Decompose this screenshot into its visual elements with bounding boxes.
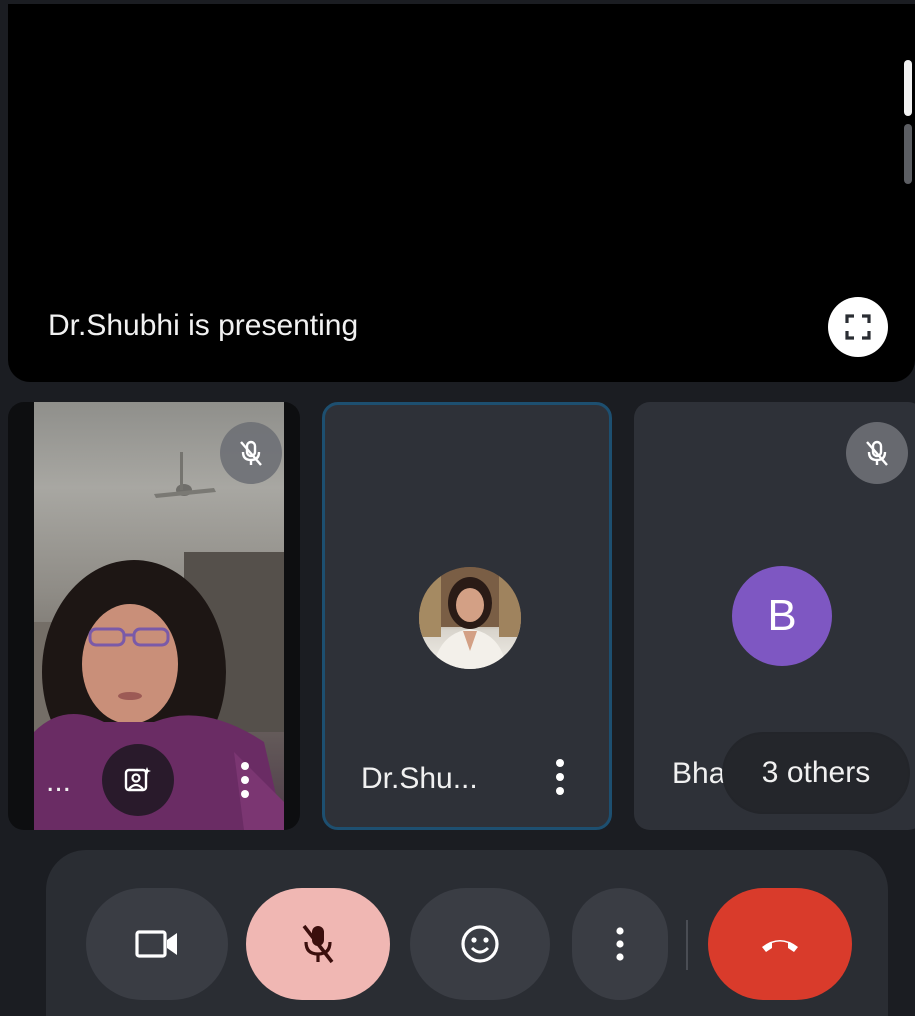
mic-off-icon xyxy=(866,440,888,466)
presenting-status: Dr.Shubhi is presenting xyxy=(48,309,359,342)
participant-tile-dr-shubhi[interactable]: Dr.Shu... xyxy=(322,402,612,830)
self-name-label: ... xyxy=(46,765,72,798)
dr-shubhi-name-label: Dr.Shu... xyxy=(361,762,478,795)
fullscreen-button[interactable] xyxy=(828,297,888,357)
controls-divider xyxy=(686,920,688,970)
more-options-button[interactable] xyxy=(572,888,668,1000)
more-vert-icon xyxy=(616,927,624,961)
portrait-effects-button[interactable] xyxy=(102,744,174,816)
mic-off-icon xyxy=(302,924,334,964)
meeting-screen: Dr.Shubhi is presenting ... Dr.Shu... B … xyxy=(0,0,915,1016)
mic-off-icon xyxy=(240,440,262,466)
dr-shubhi-avatar xyxy=(419,567,521,669)
video-camera-icon xyxy=(135,930,177,958)
end-call-button[interactable] xyxy=(708,888,852,1000)
reactions-button[interactable] xyxy=(410,888,550,1000)
more-vert-icon xyxy=(241,762,249,798)
self-more-options[interactable] xyxy=(230,750,260,810)
b-avatar: B xyxy=(732,566,832,666)
participant-tile-self[interactable]: ... xyxy=(8,402,300,830)
camera-toggle-button[interactable] xyxy=(86,888,228,1000)
b-name-label: Bha xyxy=(672,757,726,790)
portrait-effects-icon xyxy=(124,767,151,792)
emoji-icon xyxy=(461,925,499,963)
fullscreen-icon xyxy=(845,314,871,340)
scrollbar-thumb[interactable] xyxy=(904,60,912,116)
mic-toggle-button[interactable] xyxy=(246,888,390,1000)
others-pill[interactable]: 3 others xyxy=(724,734,908,812)
more-vert-icon xyxy=(556,759,564,795)
dr-shubhi-more-options[interactable] xyxy=(545,747,575,807)
scrollbar-track[interactable] xyxy=(904,124,912,184)
call-end-icon xyxy=(762,940,798,952)
b-muted-badge xyxy=(846,422,908,484)
self-muted-badge xyxy=(220,422,282,484)
